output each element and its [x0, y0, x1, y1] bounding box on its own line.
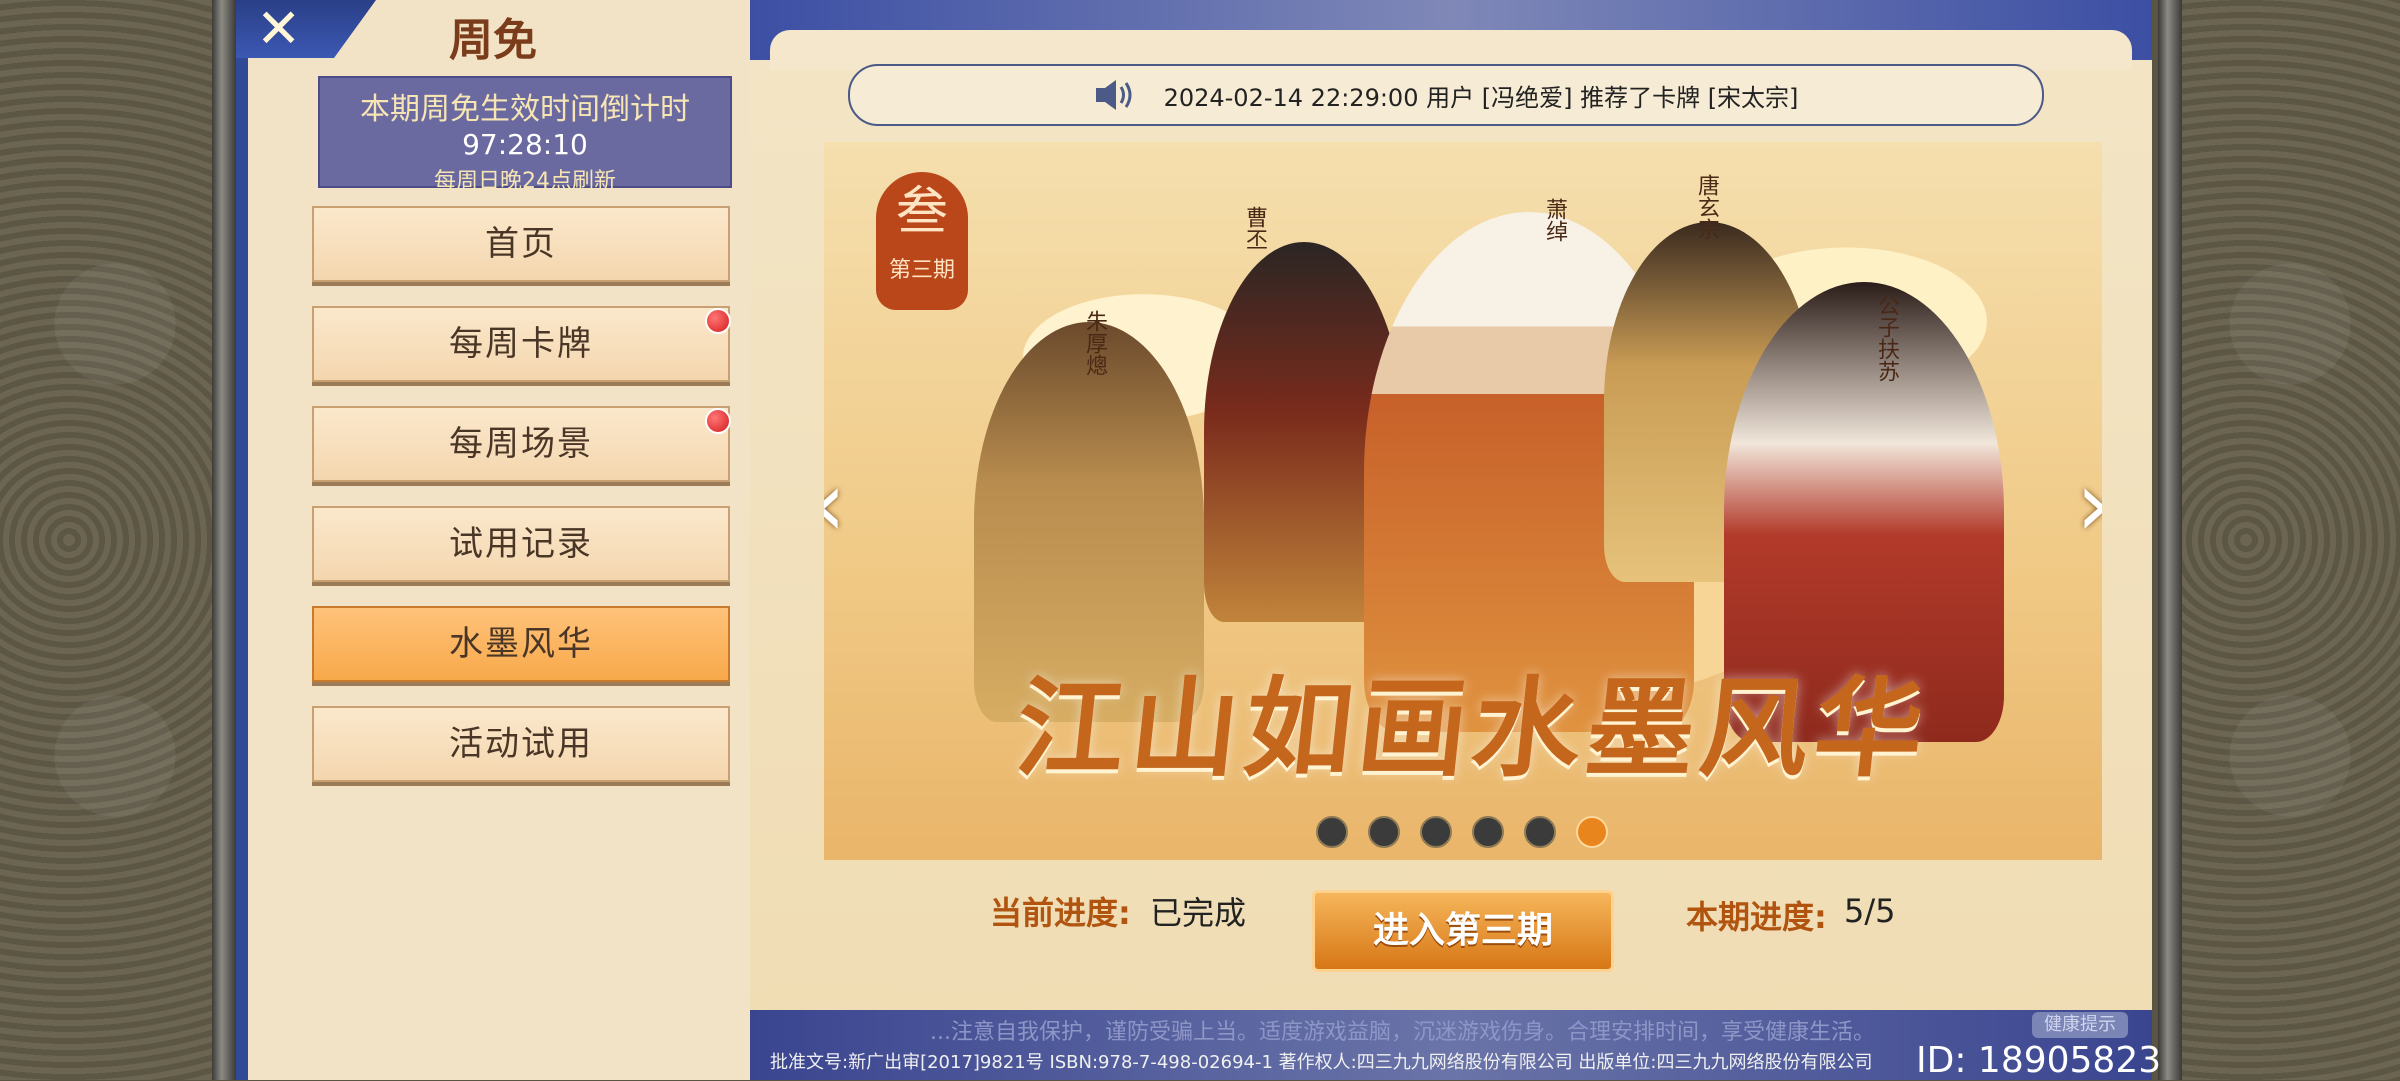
carousel-dot-active[interactable] — [1576, 816, 1608, 848]
countdown-time: 97:28:10 — [462, 128, 588, 161]
right-pillar — [2158, 0, 2182, 1080]
carousel-dot[interactable] — [1472, 816, 1504, 848]
notification-dot — [705, 308, 731, 334]
countdown-heading: 本期周免生效时间倒计时 — [360, 92, 690, 127]
sidebar-item-weekly-scenes[interactable]: 每周场景 — [312, 406, 730, 482]
sidebar-item-ink-elegance[interactable]: 水墨风华 — [312, 606, 730, 682]
speaker-icon — [1094, 77, 1138, 113]
character-name: 萧绰 — [1542, 198, 1567, 242]
character-name: 朱厚熜 — [1082, 310, 1107, 376]
health-tip-button[interactable]: 健康提示 — [2032, 1012, 2128, 1038]
issue-label: 第三期 — [888, 258, 955, 283]
carousel-dot[interactable] — [1368, 816, 1400, 848]
countdown-panel: 本期周免生效时间倒计时 97:28:10 每周日晚24点刷新 — [318, 76, 732, 194]
character-name: 唐玄宗 — [1694, 174, 1719, 240]
current-progress-value: 已完成 — [1150, 894, 1247, 932]
announcement-ticker: 2024-02-14 22:29:00 用户 [冯绝爱] 推荐了卡牌 [宋太宗] — [848, 64, 2044, 126]
health-notice: ...注意自我保护，谨防受骗上当。适度游戏益脑，沉迷游戏伤身。合理安排时间，享受… — [930, 1020, 1875, 1045]
banner-title: 江山如画水墨风华 — [1010, 666, 1936, 792]
right-decorative-panel — [2180, 0, 2400, 1080]
enter-issue-button[interactable]: 进入第三期 — [1312, 890, 1614, 972]
event-banner[interactable]: 叁 第三期 曹丕 萧绰 唐玄宗 朱厚熜 公子扶苏 江山如画水墨风华 ‹ › — [824, 142, 2102, 860]
current-progress-label: 当前进度: — [990, 894, 1131, 932]
character-name: 公子扶苏 — [1874, 294, 1899, 382]
sidebar-item-home[interactable]: 首页 — [312, 206, 730, 282]
left-decorative-panel — [0, 0, 230, 1080]
carousel-dot[interactable] — [1316, 816, 1348, 848]
carousel-dots — [1316, 816, 1608, 848]
sidebar-item-event-trial[interactable]: 活动试用 — [312, 706, 730, 782]
carousel-dot[interactable] — [1524, 816, 1556, 848]
ticker-text: 2024-02-14 22:29:00 用户 [冯绝爱] 推荐了卡牌 [宋太宗] — [1163, 83, 1799, 112]
prev-arrow-icon[interactable]: ‹ — [824, 460, 846, 550]
page-title: 周免 — [449, 15, 537, 66]
character-name: 曹丕 — [1242, 206, 1267, 250]
left-pillar — [212, 0, 236, 1080]
issue-char: 叁 — [895, 182, 948, 242]
notification-dot — [705, 408, 731, 434]
period-progress-value: 5/5 — [1844, 892, 1896, 930]
sidebar-item-weekly-cards[interactable]: 每周卡牌 — [312, 306, 730, 382]
carousel-dot[interactable] — [1420, 816, 1452, 848]
period-progress-label: 本期进度: — [1686, 898, 1827, 936]
user-id: ID: 18905823 — [1916, 1040, 2162, 1081]
sidebar-item-trial-records[interactable]: 试用记录 — [312, 506, 730, 582]
license-info: 批准文号:新广出审[2017]9821号 ISBN:978-7-498-0269… — [770, 1052, 1873, 1073]
refresh-note: 每周日晚24点刷新 — [434, 169, 616, 194]
issue-seal: 叁 第三期 — [876, 172, 968, 310]
next-arrow-icon[interactable]: › — [2076, 460, 2102, 550]
